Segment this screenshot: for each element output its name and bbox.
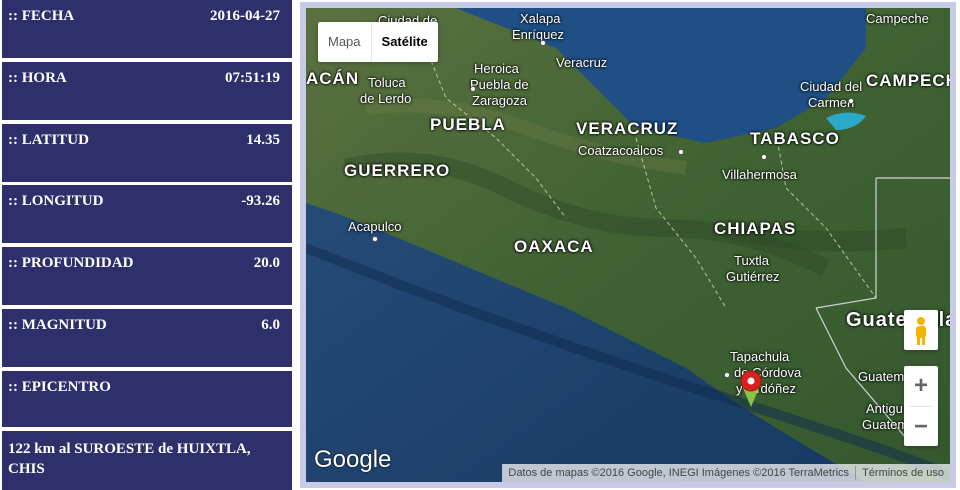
label-guatemala-country: Guatemala: [846, 309, 956, 331]
label-gutierrez: Gutiérrez: [726, 269, 780, 284]
label-acapulco: Acapulco: [348, 219, 402, 234]
epicenter-marker-icon[interactable]: [738, 368, 764, 408]
label-zaragoza: Zaragoza: [472, 93, 527, 108]
latitud-value: 14.35: [246, 132, 280, 148]
label-veracruz-city: Veracruz: [556, 55, 608, 70]
label-coatzacoalcos: Coatzacoalcos: [578, 143, 664, 158]
longitud-label: :: LONGITUD: [8, 193, 104, 209]
magnitud-value: 6.0: [261, 317, 280, 333]
label-heroica: Heroica: [474, 61, 519, 76]
label-xalapa: Xalapa: [520, 11, 561, 26]
magnitud-label: :: MAGNITUD: [8, 317, 107, 333]
label-toluca: Toluca: [368, 75, 406, 90]
satellite-type-button[interactable]: Satélite: [370, 22, 438, 62]
map-type-button[interactable]: Mapa: [318, 22, 371, 62]
terms-link[interactable]: Términos de uso: [856, 467, 950, 479]
profundidad-label: :: PROFUNDIDAD: [8, 255, 134, 271]
epicentro-line-1: 122 km al SUROESTE de HUIXTLA,: [8, 441, 251, 457]
epicentro-label: :: EPICENTRO: [8, 379, 111, 395]
label-cacan: ACÁN: [306, 69, 360, 88]
magnitud-row: :: MAGNITUD 6.0: [2, 309, 292, 367]
label-oaxaca: OAXACA: [514, 237, 594, 256]
label-guatemala-small: Guatem: [862, 417, 909, 432]
city-dot-carmen: [848, 98, 854, 104]
fecha-row: :: FECHA 2016-04-27: [2, 0, 292, 58]
label-villahermosa: Villahermosa: [722, 167, 797, 182]
zoom-control: + −: [904, 366, 938, 446]
map-type-control: Mapa Satélite: [318, 22, 438, 62]
latitud-row: :: LATITUD 14.35: [2, 124, 292, 182]
label-guerrero: GUERRERO: [344, 161, 451, 180]
earthquake-info-panel: :: FECHA 2016-04-27 :: HORA 07:51:19 :: …: [0, 0, 294, 490]
label-puebla-de: Puebla de: [470, 77, 529, 92]
city-dot-puebla: [470, 86, 476, 92]
epicentro-description: 122 km al SUROESTE de HUIXTLA, CHIS: [2, 431, 292, 490]
city-dot-coatzacoalcos: [678, 149, 684, 155]
zoom-out-button[interactable]: −: [904, 407, 938, 447]
label-tuxtla: Tuxtla: [734, 253, 769, 268]
longitud-value: -93.26: [241, 193, 280, 209]
city-dot-villahermosa: [761, 154, 767, 160]
hora-value: 07:51:19: [225, 70, 280, 86]
fecha-label: :: FECHA: [8, 8, 75, 24]
label-veracruz: VERACRUZ: [576, 119, 679, 138]
label-puebla: PUEBLA: [430, 115, 506, 134]
label-tapachula: Tapachula: [730, 349, 790, 364]
street-view-pegman[interactable]: [904, 310, 938, 350]
google-logo: Google: [314, 446, 392, 473]
label-carmen: Carmen: [808, 95, 855, 110]
city-dot-tapachula: [724, 372, 730, 378]
satellite-map[interactable]: Ciudad de Xalapa Enríquez Campeche ACÁN …: [300, 2, 956, 488]
label-tabasco: TABASCO: [750, 129, 840, 148]
label-enriquez: Enríquez: [512, 27, 565, 42]
label-antigua: Antigu: [866, 401, 903, 416]
attribution-text: Datos de mapas ©2016 Google, INEGI Imáge…: [508, 467, 850, 479]
label-ciudad-del: Ciudad del: [800, 79, 863, 94]
longitud-row: :: LONGITUD -93.26: [2, 185, 292, 243]
hora-label: :: HORA: [8, 70, 67, 86]
hora-row: :: HORA 07:51:19: [2, 62, 292, 120]
profundidad-value: 20.0: [253, 255, 280, 271]
label-campeche-city: Campeche: [866, 11, 929, 26]
label-campeche-state: CAMPECHE: [866, 71, 950, 90]
epicentro-line-2: CHIS: [8, 461, 45, 477]
fecha-value: 2016-04-27: [210, 8, 280, 24]
pegman-icon: [916, 317, 926, 345]
profundidad-row: :: PROFUNDIDAD 20.0: [2, 247, 292, 305]
latitud-label: :: LATITUD: [8, 132, 89, 148]
label-de-lerdo: de Lerdo: [360, 91, 412, 106]
zoom-in-button[interactable]: +: [904, 366, 938, 406]
epicentro-row: :: EPICENTRO: [2, 371, 292, 427]
label-chiapas: CHIAPAS: [714, 219, 797, 238]
city-dot-xalapa: [540, 40, 546, 46]
map-attribution-bar: Datos de mapas ©2016 Google, INEGI Imáge…: [502, 464, 950, 482]
city-dot-acapulco: [372, 236, 378, 242]
